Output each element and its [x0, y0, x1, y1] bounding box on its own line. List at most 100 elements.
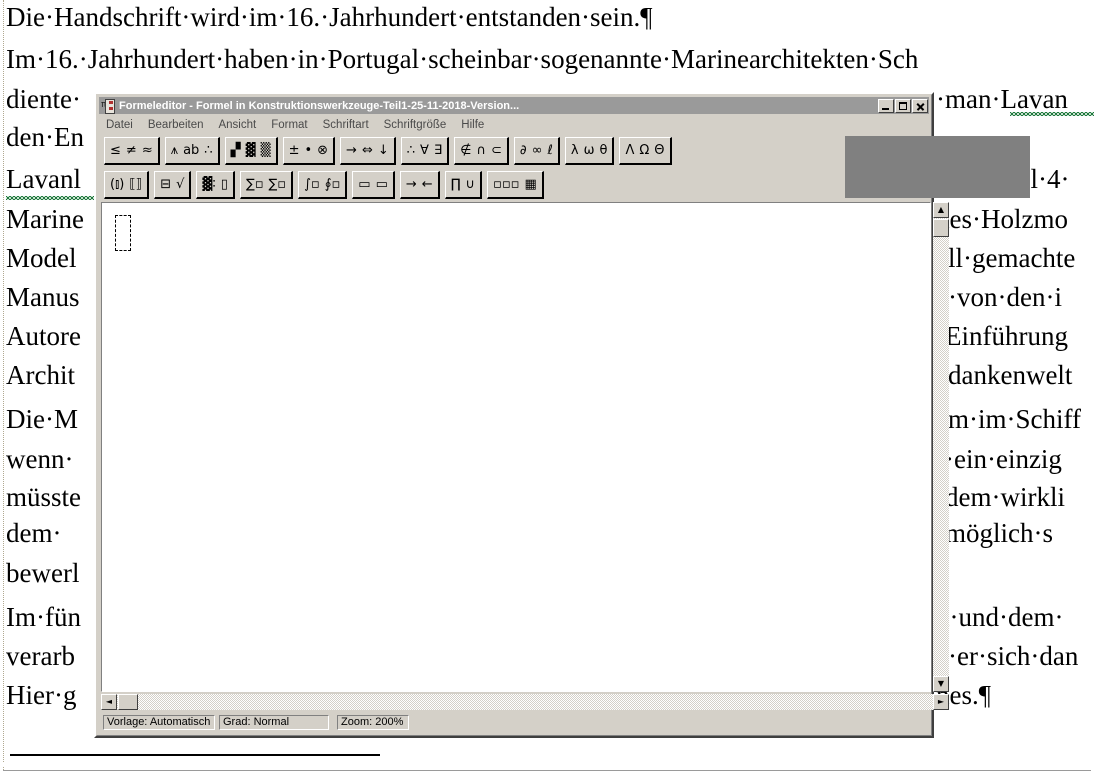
- symbol-glyph: Ω: [639, 143, 650, 158]
- text-boundary-marker: [3, 0, 4, 776]
- symbol-glyph: ∉: [460, 143, 472, 158]
- status-size-cell: Grad: Normal: [219, 714, 329, 730]
- symbol-glyph: Θ: [654, 143, 665, 158]
- symbol-glyph: ∂: [519, 143, 527, 158]
- page-gap: [0, 763, 1094, 767]
- symbol-glyph: ⊟: [160, 177, 172, 192]
- symbol-glyph: ∩: [476, 143, 487, 158]
- vertical-scrollbar[interactable]: ▲ ▼: [933, 202, 949, 692]
- logical-symbols-palette-button[interactable]: ∴ ∀ ∃: [400, 137, 450, 165]
- summation-template-palette-button[interactable]: ∑▫ ∑▫: [239, 171, 294, 199]
- document-line: Archit: [6, 360, 75, 390]
- menu-item-datei[interactable]: Datei: [106, 119, 133, 131]
- product-set-template-palette-button[interactable]: ∏ ∪: [444, 171, 483, 199]
- scroll-down-arrow-icon[interactable]: ▼: [933, 676, 949, 692]
- menu-item-bearbeiten[interactable]: Bearbeiten: [148, 119, 204, 131]
- set-theory-symbols-palette-button[interactable]: ∉ ∩ ⊂: [454, 137, 509, 165]
- greek-uppercase-palette-button[interactable]: Λ Ω Θ: [619, 137, 672, 165]
- menu-item-format[interactable]: Format: [271, 119, 307, 131]
- symbol-toolbar: ≤ ≠ ≈ ⩚ ab ∴ ▞ ▓ ▒ ± • ⊗ → ⇔ ↓ ∴ ∀ ∃ ∉ ∩…: [99, 134, 843, 200]
- fences-template-palette-button[interactable]: (⫾) ⟦⟧: [104, 171, 150, 199]
- document-line-right: edankenwelt: [936, 360, 1073, 390]
- document-line-right: r·ein·einzig: [936, 444, 1062, 474]
- document-line-right: ·dem·wirkli: [936, 482, 1065, 512]
- document-line: Marine: [6, 204, 84, 234]
- document-line-right: ·Einführung: [936, 321, 1068, 351]
- underbar-overbar-template-palette-button[interactable]: ▭ ▭: [352, 171, 395, 199]
- formula-editor-window[interactable]: π Formeleditor - Formel in Konstruktions…: [94, 92, 1030, 738]
- document-line: Die·M: [6, 404, 78, 434]
- window-inner-frame: π Formeleditor - Formel in Konstruktions…: [96, 94, 1030, 736]
- formula-slot-placeholder[interactable]: [115, 215, 131, 251]
- scroll-left-arrow-icon[interactable]: ◄: [101, 694, 117, 710]
- minimize-button[interactable]: [878, 98, 894, 113]
- symbol-glyph: •: [304, 143, 313, 158]
- labeled-arrow-template-palette-button[interactable]: → ←: [399, 171, 440, 199]
- maximize-button[interactable]: [895, 98, 911, 113]
- document-line-right: e·er·sich·dan: [936, 641, 1079, 671]
- window-control-buttons: [878, 98, 929, 113]
- subscript-superscript-template-palette-button[interactable]: ▓∶ ▯: [196, 171, 235, 199]
- document-line: Die·Handschrift·wird·im·16.·Jahrhundert·…: [6, 2, 653, 32]
- document-line-right: em·im·Schiff: [936, 404, 1081, 434]
- spaces-and-dots-palette-button[interactable]: ⩚ ab ∴: [164, 137, 220, 165]
- miscellaneous-symbols-palette-button[interactable]: ∂ ∞ ℓ: [513, 137, 560, 165]
- greek-lowercase-palette-button[interactable]: λ ω θ: [564, 137, 615, 165]
- operator-symbols-palette-button[interactable]: ± • ⊗: [282, 137, 336, 165]
- document-line-right: ·man·Lavan: [936, 84, 1068, 114]
- document-line-right: ell·gemachte: [936, 243, 1076, 273]
- fraction-radical-template-palette-button[interactable]: ⊟ √: [154, 171, 192, 199]
- arrows-palette-button[interactable]: → ⇔ ↓: [340, 137, 396, 165]
- horizontal-scroll-thumb[interactable]: [118, 694, 138, 710]
- document-line-right: n·und·dem·: [936, 602, 1064, 632]
- symbol-glyph: ∃: [433, 143, 443, 158]
- symbol-glyph: ∫▫: [304, 177, 320, 192]
- menu-item-schriftart[interactable]: Schriftart: [323, 119, 369, 131]
- symbol-glyph: ⟦⟧: [129, 177, 143, 192]
- document-line: dem·: [6, 518, 62, 548]
- menu-bar: Datei Bearbeiten Ansicht Format Schrifta…: [99, 115, 929, 134]
- page-edge: [3, 770, 1091, 776]
- empty-palette-panel: [845, 136, 1030, 198]
- menu-item-schriftgroesse[interactable]: Schriftgröße: [384, 119, 447, 131]
- document-line: Manus: [6, 282, 80, 312]
- document-line: Im·fün: [6, 602, 81, 632]
- document-line: müsste: [6, 482, 82, 512]
- window-titlebar[interactable]: π Formeleditor - Formel in Konstruktions…: [99, 97, 929, 114]
- menu-item-hilfe[interactable]: Hilfe: [461, 119, 484, 131]
- symbol-glyph: ∀: [420, 143, 429, 158]
- symbol-glyph: ⇔: [361, 143, 373, 158]
- symbol-glyph: θ: [599, 143, 608, 158]
- vertical-scroll-thumb[interactable]: [933, 219, 949, 237]
- integral-template-palette-button[interactable]: ∫▫ ∮▫: [298, 171, 348, 199]
- symbol-glyph: (⫾): [110, 177, 125, 192]
- scroll-right-arrow-icon[interactable]: ►: [933, 694, 949, 710]
- close-button[interactable]: [912, 98, 928, 113]
- status-zoom-cell: Zoom: 200%: [337, 714, 409, 730]
- symbol-glyph: ∑▫: [268, 177, 287, 192]
- symbol-glyph: ▯: [220, 177, 228, 192]
- symbol-glyph: ▒: [260, 143, 271, 158]
- horizontal-scrollbar[interactable]: ◄ ►: [101, 694, 949, 710]
- formula-edit-area[interactable]: [101, 202, 931, 692]
- document-line: Model: [6, 243, 77, 273]
- document-line: bewerl: [6, 558, 80, 588]
- symbol-glyph: ab: [183, 143, 200, 158]
- document-line: Im·16.·Jahrhundert·haben·in·Portugal·sch…: [6, 44, 919, 74]
- symbol-glyph: ∏: [450, 177, 461, 192]
- embellishments-palette-button[interactable]: ▞ ▓ ▒: [224, 137, 278, 165]
- matrix-template-palette-button[interactable]: ▫▫▫ ▦: [487, 171, 544, 199]
- document-line: Lavanl: [6, 164, 81, 194]
- symbol-glyph: ≠: [125, 143, 137, 158]
- document-line: den·En: [6, 122, 84, 152]
- symbol-glyph: ≈: [141, 143, 153, 158]
- scroll-up-arrow-icon[interactable]: ▲: [933, 202, 949, 218]
- menu-item-ansicht[interactable]: Ansicht: [218, 119, 256, 131]
- document-line: diente·: [6, 84, 81, 114]
- symbol-glyph: ▓∶: [202, 177, 216, 192]
- relations-palette-button[interactable]: ≤ ≠ ≈: [104, 137, 160, 165]
- document-line: Autore: [6, 321, 81, 351]
- document-line-right: hes·Holzmo: [936, 204, 1068, 234]
- symbol-glyph: ω: [583, 143, 595, 158]
- symbol-glyph: ▭: [358, 177, 371, 192]
